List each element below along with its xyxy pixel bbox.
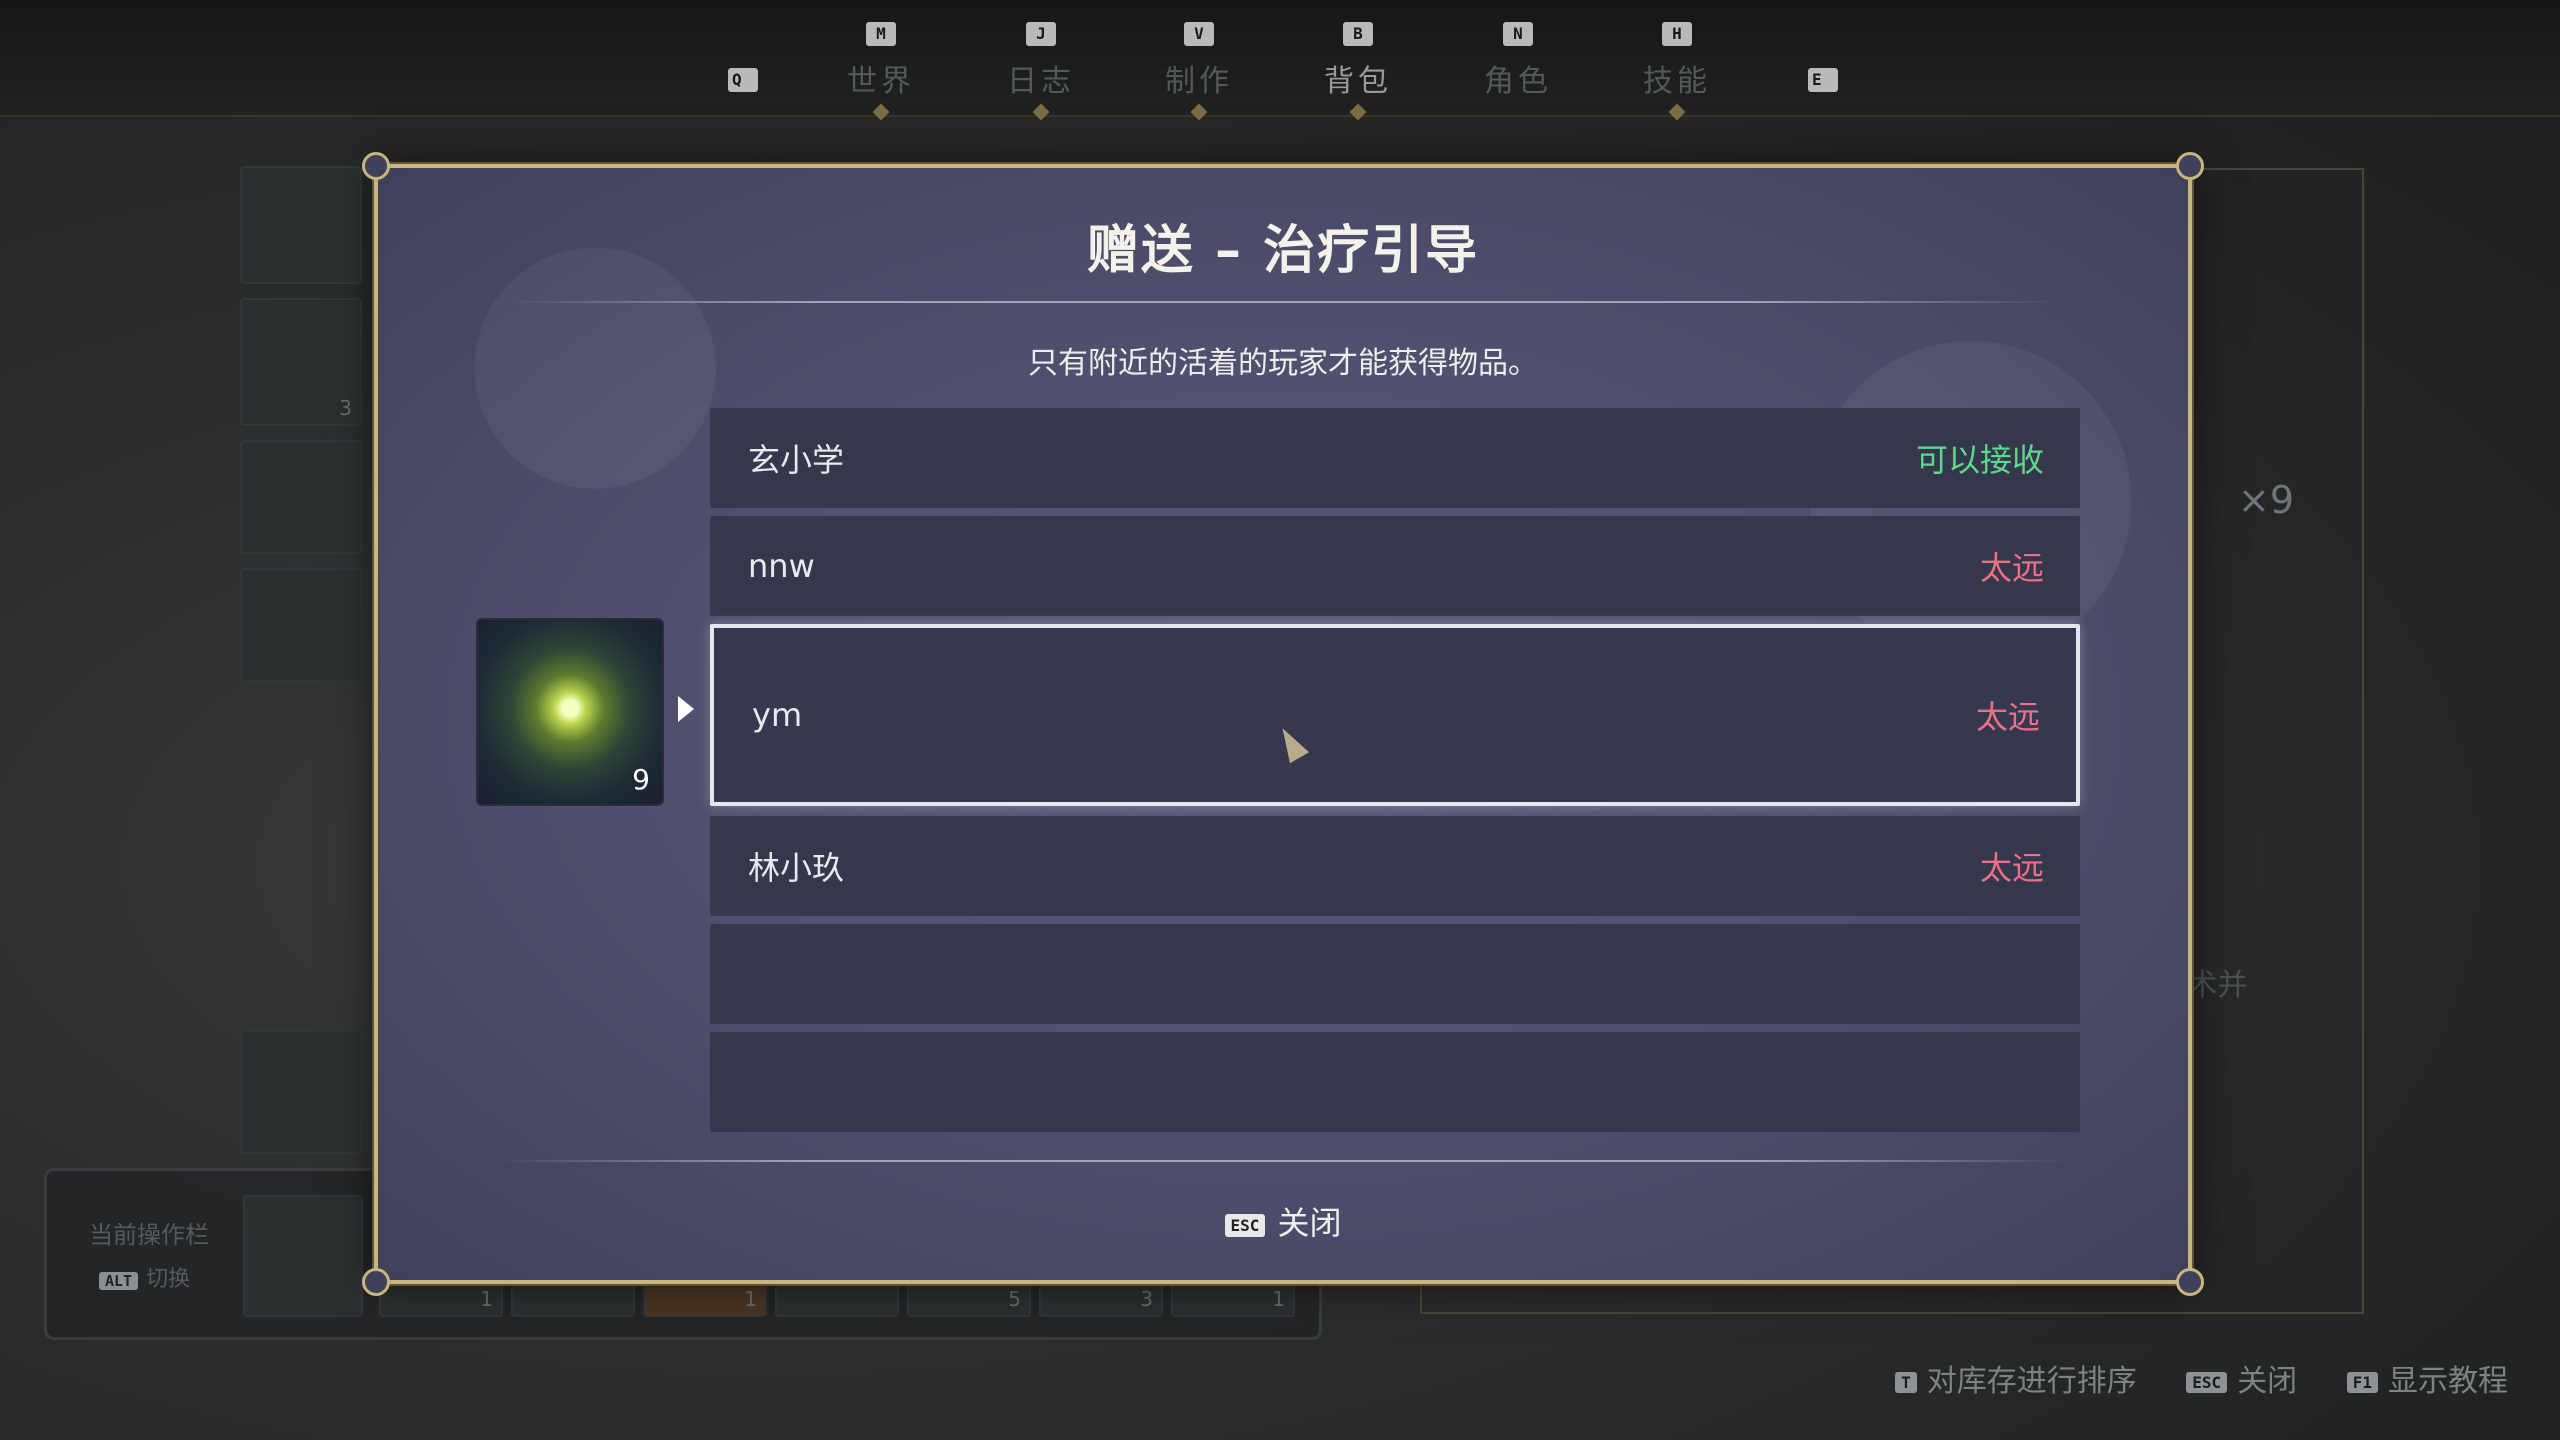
tab-journal[interactable]: J 日志 xyxy=(986,22,1096,121)
inventory-slot[interactable] xyxy=(240,568,362,682)
tutorial-hint[interactable]: F1 显示教程 xyxy=(2346,1356,2508,1400)
player-row[interactable]: nnw 太远 xyxy=(710,516,2080,616)
tab-key: M xyxy=(866,22,896,46)
inventory-slot[interactable] xyxy=(240,166,362,284)
close-hint[interactable]: ESC 关闭 xyxy=(2186,1356,2297,1400)
corner-ornament-icon xyxy=(2176,1268,2204,1296)
player-name: ym xyxy=(752,696,803,734)
player-row[interactable]: 林小玖 太远 xyxy=(710,816,2080,916)
player-row-selected[interactable]: ym 太远 xyxy=(710,624,2080,806)
player-status: 可以接收 xyxy=(1915,441,2044,479)
healing-spell-item-icon: 9 xyxy=(478,620,662,804)
tab-inventory[interactable]: B 背包 xyxy=(1303,22,1413,121)
alt-key: ALT xyxy=(99,1272,139,1290)
player-status: 太远 xyxy=(1979,849,2044,887)
close-label: 关闭 xyxy=(1277,1204,1342,1242)
hint-label: 关闭 xyxy=(2237,1364,2298,1399)
divider xyxy=(508,301,2058,303)
player-name: 玄小学 xyxy=(748,441,845,479)
player-row[interactable]: 玄小学 可以接收 xyxy=(710,408,2080,508)
item-stack-count: ×9 xyxy=(2238,478,2295,522)
next-tab-key[interactable]: E xyxy=(1808,68,1838,92)
hotbar-title: 当前操作栏 xyxy=(89,1221,209,1249)
pointer-arrow-icon xyxy=(678,696,694,722)
hint-label: 显示教程 xyxy=(2388,1364,2508,1399)
close-button[interactable]: ESC 关闭 xyxy=(378,1198,2188,1244)
tab-label: 背包 xyxy=(1324,64,1392,99)
tab-crafting[interactable]: V 制作 xyxy=(1144,22,1254,121)
slot-count: 5 xyxy=(1008,1287,1021,1311)
diamond-icon xyxy=(1190,103,1208,121)
hint-key: T xyxy=(1895,1372,1917,1393)
inventory-slot[interactable] xyxy=(240,440,362,554)
player-name: 林小玖 xyxy=(748,849,845,887)
esc-key: ESC xyxy=(1224,1213,1266,1237)
slot-count: 1 xyxy=(744,1287,757,1311)
sort-inventory-hint[interactable]: T 对库存进行排序 xyxy=(1895,1356,2137,1400)
tab-label: 日志 xyxy=(1007,64,1075,99)
tab-skills[interactable]: H 技能 xyxy=(1622,22,1732,121)
hint-key: ESC xyxy=(2186,1372,2228,1393)
tab-label: 世界 xyxy=(847,64,915,99)
hotbar-switch-hint: ALT 切换 xyxy=(99,1261,190,1293)
tab-key: V xyxy=(1184,22,1214,46)
empty-player-row xyxy=(710,924,2080,1024)
diamond-icon xyxy=(1668,103,1686,121)
player-status: 太远 xyxy=(1975,698,2040,736)
tab-character[interactable]: N 角色 xyxy=(1463,22,1573,100)
empty-player-row xyxy=(710,1032,2080,1132)
corner-ornament-icon xyxy=(2176,152,2204,180)
prev-tab-key[interactable]: Q xyxy=(728,68,758,92)
player-name: nnw xyxy=(748,547,815,585)
tab-key: J xyxy=(1026,22,1056,46)
tab-label: 技能 xyxy=(1643,64,1711,99)
player-status: 太远 xyxy=(1979,549,2044,587)
tab-world[interactable]: M 世界 xyxy=(826,22,936,121)
tab-label: 制作 xyxy=(1165,64,1233,99)
inventory-slot[interactable]: 3 xyxy=(240,298,362,426)
bottom-hints: T 对库存进行排序 ESC 关闭 F1 显示教程 xyxy=(1855,1356,2508,1400)
hint-key: F1 xyxy=(2346,1372,2378,1393)
gift-dialog: 赠送 – 治疗引导 只有附近的活着的玩家才能获得物品。 9 玄小学 可以接收 n… xyxy=(362,152,2204,1296)
tab-label: 角色 xyxy=(1484,64,1552,99)
diamond-icon xyxy=(1032,103,1050,121)
divider xyxy=(498,1160,2068,1162)
slot-count: 1 xyxy=(1272,1287,1285,1311)
tab-key: H xyxy=(1662,22,1692,46)
switch-label: 切换 xyxy=(146,1267,191,1292)
dialog-subtitle: 只有附近的活着的玩家才能获得物品。 xyxy=(1028,346,1538,381)
tab-key: N xyxy=(1503,22,1533,46)
slot-count: 3 xyxy=(1140,1287,1153,1311)
corner-ornament-icon xyxy=(362,1268,390,1296)
tab-key: B xyxy=(1343,22,1373,46)
diamond-icon xyxy=(872,103,890,121)
item-count: 9 xyxy=(632,763,650,796)
dialog-title: 赠送 – 治疗引导 xyxy=(1086,221,1480,281)
slot-count: 3 xyxy=(339,396,352,420)
hotbar-slot[interactable] xyxy=(243,1195,363,1317)
corner-ornament-icon xyxy=(362,152,390,180)
hint-label: 对库存进行排序 xyxy=(1926,1364,2137,1399)
inventory-slot[interactable] xyxy=(240,1030,362,1154)
top-navigation: Q M 世界 J 日志 V 制作 B 背包 N 角色 H 技能 E xyxy=(0,0,2560,121)
slot-count: 1 xyxy=(480,1287,493,1311)
diamond-icon xyxy=(1349,103,1367,121)
